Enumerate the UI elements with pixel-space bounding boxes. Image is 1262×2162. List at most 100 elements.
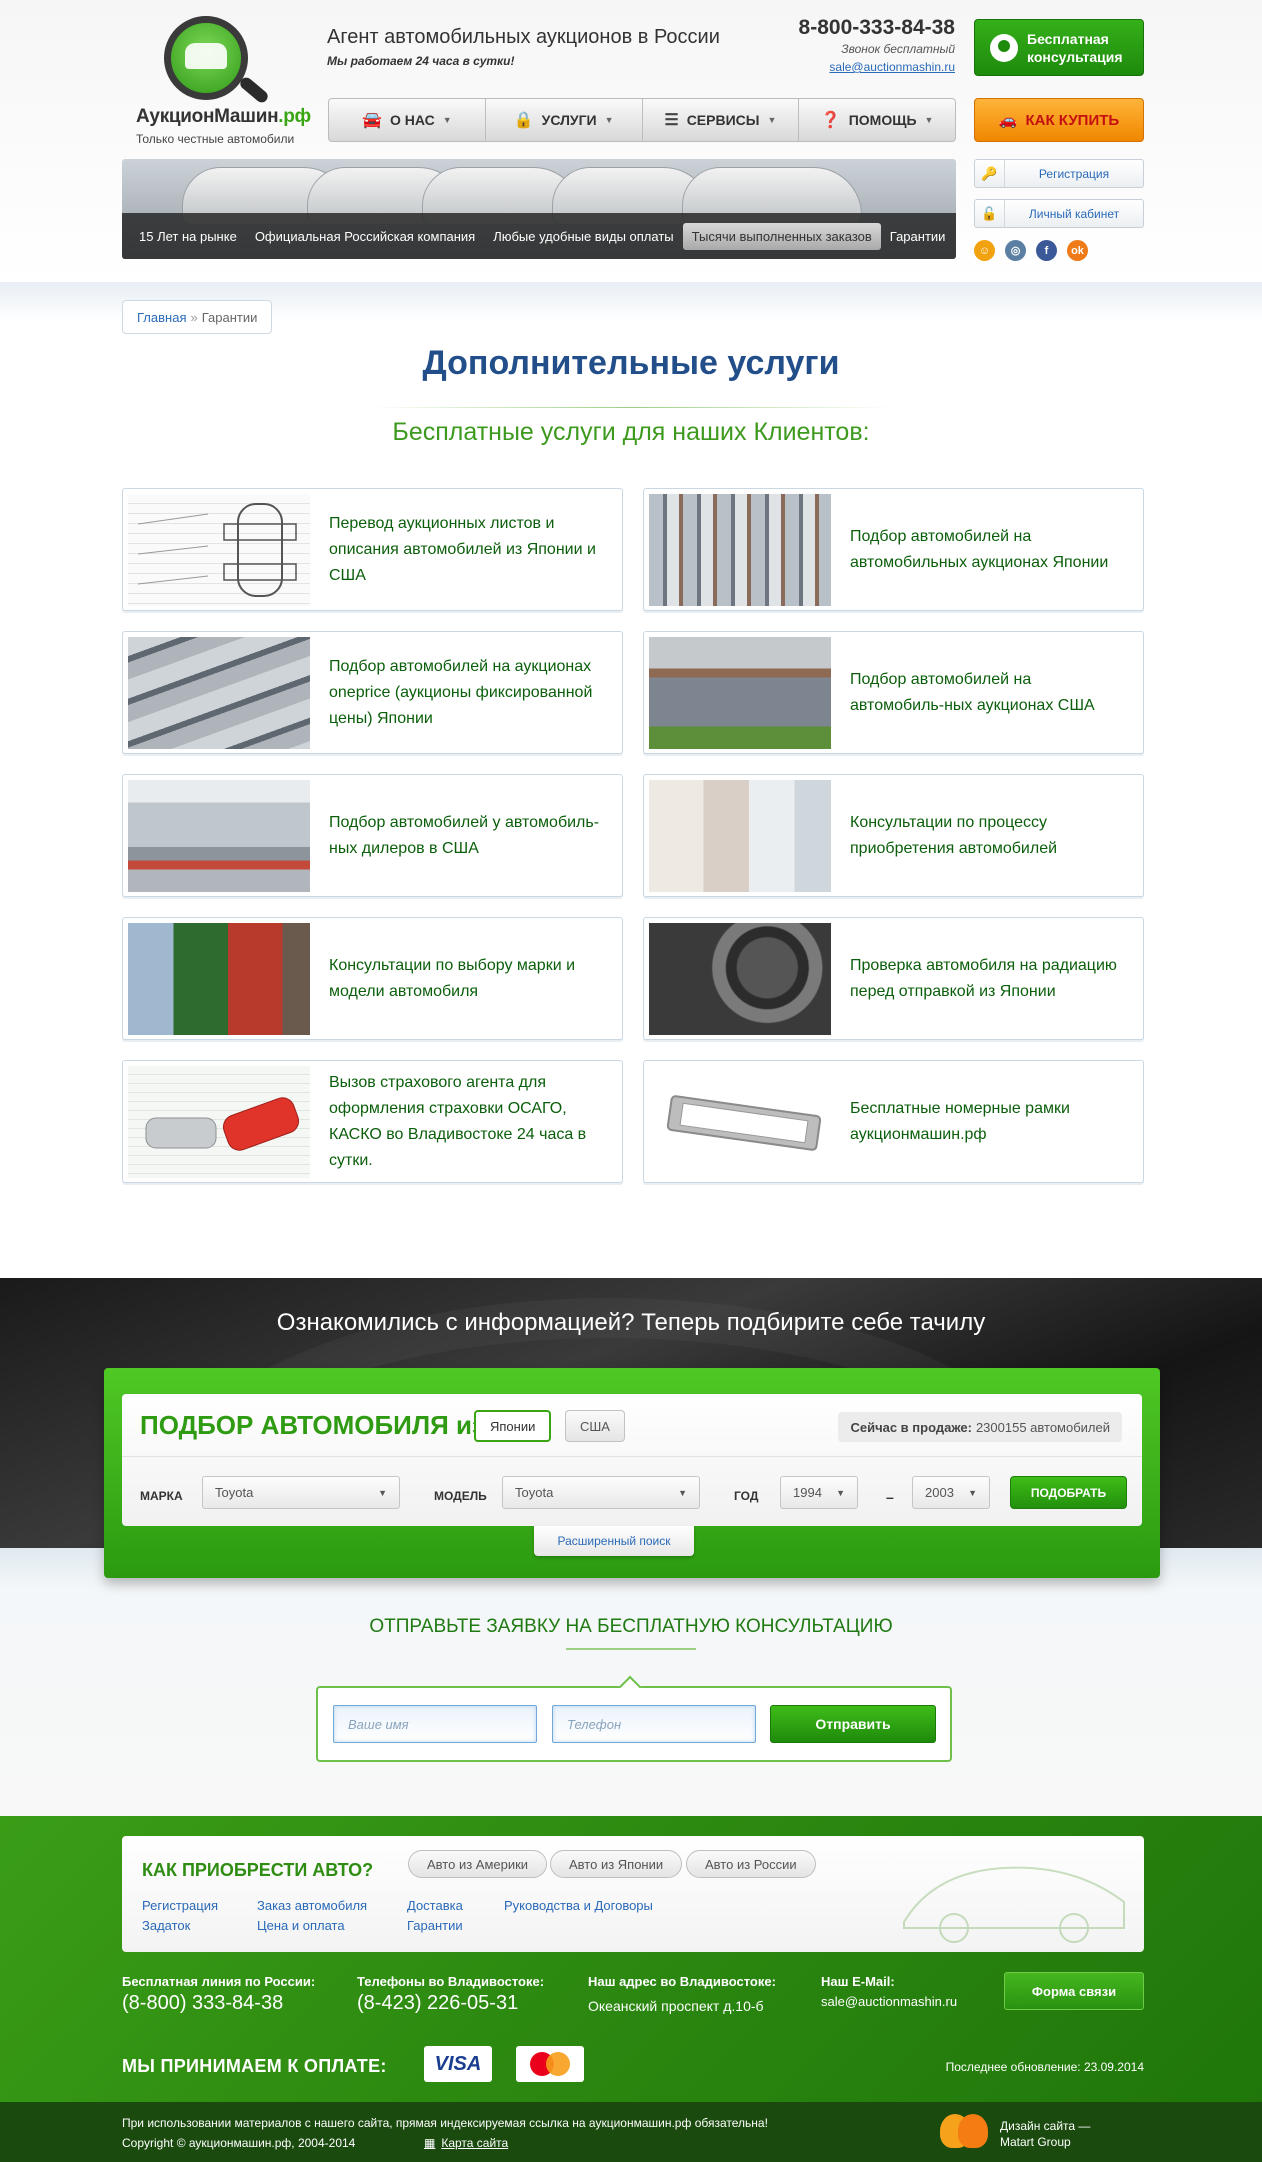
sitemap-link[interactable]: ▦ Карта сайта [424, 2136, 508, 2150]
year-from-select[interactable]: 1994 ▼ [780, 1476, 858, 1509]
matart-logo[interactable] [940, 2114, 988, 2148]
country-usa-toggle[interactable]: США [565, 1410, 625, 1442]
breadcrumb: Главная » Гарантии [122, 300, 273, 334]
year-to-select[interactable]: 2003 ▼ [912, 1476, 990, 1509]
thumb-insurance [128, 1066, 310, 1178]
banner-tab[interactable]: Официальная Российская компания [246, 223, 484, 250]
footer-link[interactable]: Руководства и Договоры [504, 1898, 653, 1913]
nav-item-about[interactable]: 🚘 О НАС ▼ [329, 99, 486, 141]
year-label: ГОД [734, 1489, 759, 1503]
footer-link[interactable]: Гарантии [407, 1918, 463, 1933]
banner-tab[interactable]: Любые удобные виды оплаты [484, 223, 682, 250]
help-icon: ❓ [820, 112, 841, 129]
header-slogan-sub: Мы работаем 24 часа в сутки! [327, 54, 515, 68]
design-credit[interactable]: Дизайн сайта — Matart Group [1000, 2118, 1090, 2150]
key-icon: 🔑 [975, 160, 1005, 187]
nav-item-services[interactable]: 🔒 УСЛУГИ ▼ [486, 99, 643, 141]
picker-title: ПОДБОР АВТОМОБИЛЯ из [140, 1410, 485, 1440]
instagram-icon[interactable]: ◎ [1005, 240, 1026, 261]
name-input[interactable]: Ваше имя [333, 1705, 537, 1743]
footer-link[interactable]: Регистрация [142, 1898, 218, 1913]
lock-icon: 🔓 [975, 200, 1005, 227]
magnifier-car-icon [164, 16, 248, 100]
footer-link[interactable]: Задаток [142, 1918, 190, 1933]
service-card[interactable]: Подбор автомобилей на автомобильных аукц… [643, 488, 1144, 611]
make-select[interactable]: Toyota ▼ [202, 1476, 400, 1509]
model-select[interactable]: Toyota ▼ [502, 1476, 700, 1509]
cabinet-button[interactable]: 🔓 Личный кабинет [974, 199, 1144, 228]
divider [370, 407, 892, 408]
free-line-phone[interactable]: (8-800) 333-84-38 [122, 1992, 283, 2015]
list-icon: ☰ [664, 112, 679, 129]
usa-cars-pill[interactable]: Авто из Америки [408, 1850, 548, 1878]
chevron-down-icon: ▼ [968, 1487, 977, 1498]
car-icon: 🚗 [998, 112, 1018, 129]
advanced-search-link[interactable]: Расширенный поиск [534, 1526, 694, 1556]
chevron-down-icon: ▼ [678, 1487, 687, 1498]
service-card[interactable]: Подбор автомобилей на аукционах oneprice… [122, 631, 623, 754]
contact-form-button[interactable]: Форма связи [1004, 1972, 1144, 2010]
breadcrumb-current: Гарантии [201, 309, 258, 325]
payment-label: МЫ ПРИНИМАЕМ К ОПЛАТЕ: [122, 2056, 387, 2076]
country-japan-toggle[interactable]: Японии [474, 1410, 552, 1442]
send-button[interactable]: Отправить [770, 1705, 936, 1743]
footer-link[interactable]: Доставка [407, 1898, 463, 1913]
header-phone[interactable]: 8-800-333-84-38 [799, 16, 955, 40]
service-card[interactable]: Бесплатные номерные рамки аукционмашин.р… [643, 1060, 1144, 1183]
operator-icon [990, 34, 1018, 62]
facebook-icon[interactable]: f [1036, 240, 1057, 261]
service-card[interactable]: Вызов страхового агента для оформления с… [122, 1060, 623, 1183]
email-label: Наш E-Mail: [821, 1974, 895, 1989]
address-label: Наш адрес во Владивостоке: [588, 1974, 776, 1989]
banner-tabs: 15 Лет на рынке Официальная Российская к… [122, 213, 956, 259]
visa-logo: VISA [424, 2046, 492, 2082]
service-card[interactable]: Консультации по выбору марки и модели ав… [122, 917, 623, 1040]
logo-tagline: Только честные автомобили [136, 132, 295, 146]
service-card[interactable]: Подбор автомобилей у автомобиль-ных диле… [122, 774, 623, 897]
how-to-buy-button[interactable]: 🚗 КАК КУПИТЬ [974, 98, 1144, 142]
social-links: ☺ ◎ f ok [974, 240, 1088, 261]
site-header: АукционМашин.рф Только честные автомобил… [0, 0, 1262, 282]
footer-link[interactable]: Заказ автомобиля [257, 1898, 367, 1913]
thumb-car-lot [649, 494, 831, 606]
car-sketch-icon [903, 1866, 1125, 1943]
pick-car-button[interactable]: ПОДОБРАТЬ [1010, 1476, 1127, 1509]
vl-phones[interactable]: (8-423) 226-05-31 [357, 1992, 518, 2015]
ok-icon[interactable]: ok [1067, 240, 1088, 261]
service-card[interactable]: Консультации по процессу приобретения ав… [643, 774, 1144, 897]
header-email-link[interactable]: sale@auctionmashin.ru [829, 60, 955, 74]
footer-link[interactable]: Цена и оплата [257, 1918, 345, 1933]
page-subtitle: Бесплатные услуги для наших Клиентов: [392, 418, 870, 446]
service-card[interactable]: Подбор автомобилей на автомобиль-ных аук… [643, 631, 1144, 754]
header-phone-note: Звонок бесплатный [841, 42, 955, 56]
thumb-dealer [128, 780, 310, 892]
banner-tab-active[interactable]: Тысячи выполненных заказов [682, 222, 881, 250]
map-icon: ▦ [424, 2136, 436, 2150]
odnoklassniki-icon[interactable]: ☺ [974, 240, 995, 261]
footer-email[interactable]: sale@auctionmashin.ru [821, 1994, 957, 2009]
mastercard-logo [516, 2046, 584, 2082]
breadcrumb-home-link[interactable]: Главная [137, 310, 186, 325]
nav-item-help[interactable]: ❓ ПОМОЩЬ ▼ [799, 99, 955, 141]
russia-cars-pill[interactable]: Авто из России [686, 1850, 816, 1878]
request-form: Ваше имя Телефон Отправить [316, 1686, 952, 1762]
caret-down-icon: ▼ [442, 115, 452, 125]
thumb-interior [649, 923, 831, 1035]
register-button[interactable]: 🔑 Регистрация [974, 159, 1144, 188]
free-consultation-button[interactable]: Бесплатная консультация [974, 19, 1144, 76]
divider [566, 1648, 696, 1650]
site-logo[interactable]: АукционМашин.рф Только честные автомобил… [134, 14, 314, 149]
copyright: Copyright © аукционмашин.рф, 2004-2014 [122, 2136, 356, 2150]
nav-item-tools[interactable]: ☰ СЕРВИСЫ ▼ [643, 99, 800, 141]
chevron-down-icon: ▼ [836, 1487, 845, 1498]
phone-input[interactable]: Телефон [552, 1705, 756, 1743]
service-card[interactable]: Перевод аукционных листов и описания авт… [122, 488, 623, 611]
last-updated: Последнее обновление: 23.09.2014 [945, 2060, 1144, 2074]
japan-cars-pill[interactable]: Авто из Японии [550, 1850, 683, 1878]
page-title: Дополнительные услуги [422, 344, 840, 382]
banner-tab[interactable]: 15 Лет на рынке [130, 223, 246, 250]
banner-tab[interactable]: Гарантии [881, 223, 955, 250]
thumb-consult [128, 923, 310, 1035]
picker-banner-title: Ознакомились с информацией? Теперь подби… [276, 1309, 986, 1336]
service-card[interactable]: Проверка автомобиля на радиацию перед от… [643, 917, 1144, 1040]
